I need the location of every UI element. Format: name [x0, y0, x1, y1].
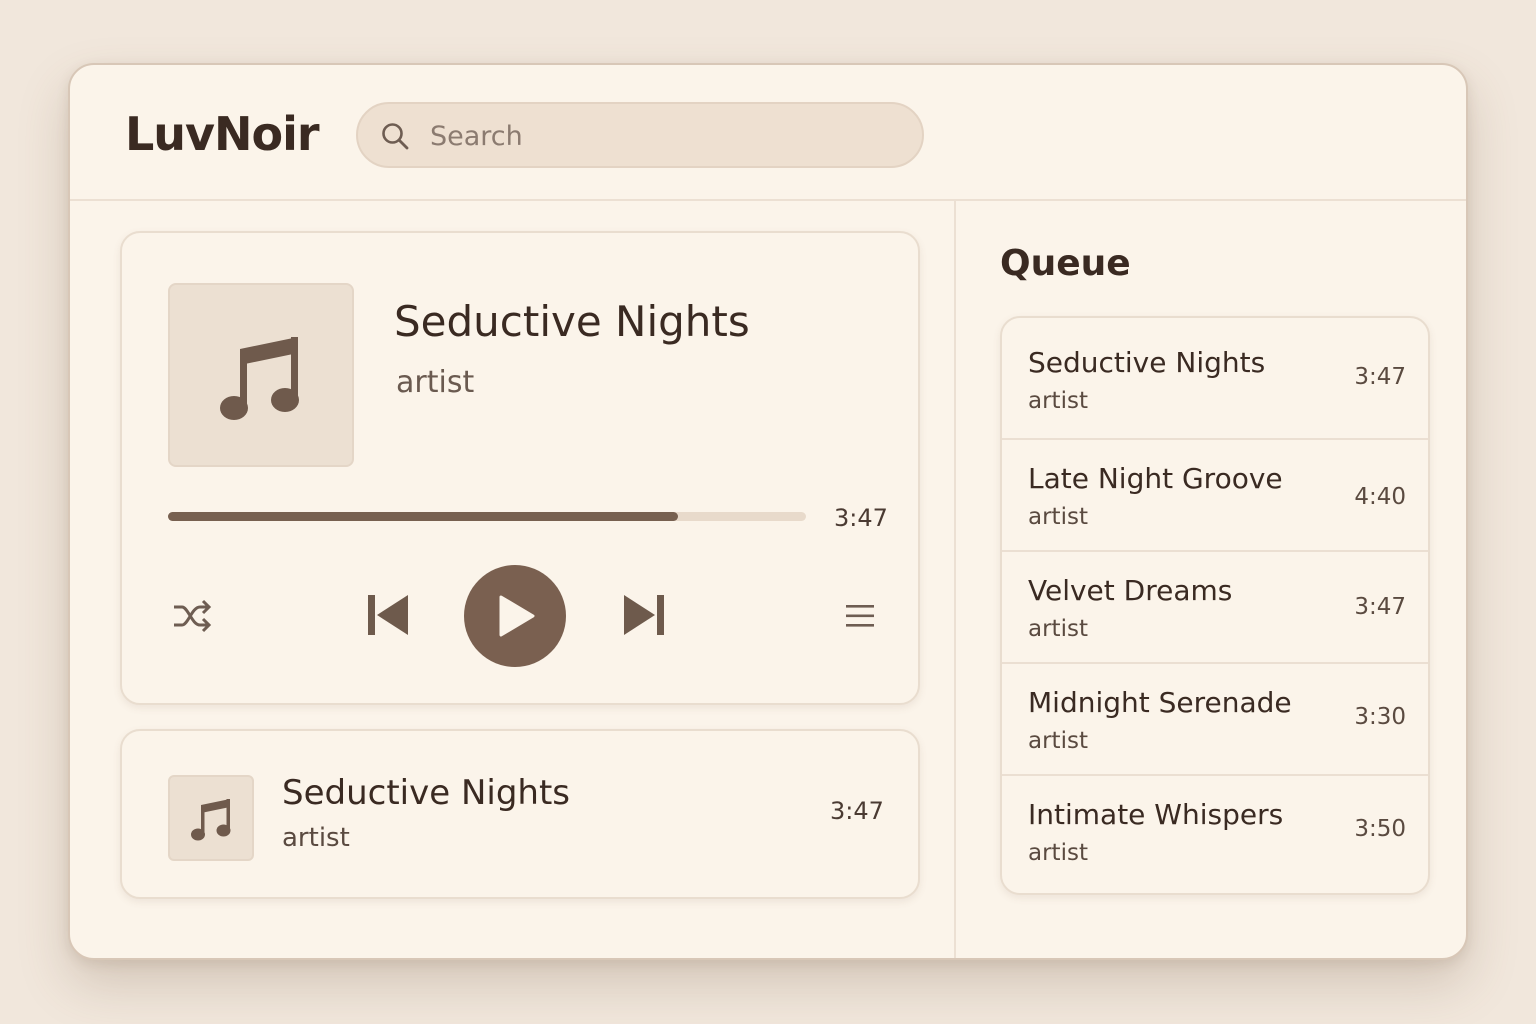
queue-item-artist: artist [1028, 388, 1088, 414]
queue-item-title: Velvet Dreams [1028, 574, 1233, 607]
music-note-icon [220, 337, 299, 420]
search-bar[interactable] [356, 102, 924, 168]
queue-item[interactable]: Velvet Dreams artist 3:47 [1002, 552, 1428, 664]
queue-item-title: Intimate Whispers [1028, 798, 1284, 831]
now-playing-time: 3:47 [834, 504, 888, 532]
queue-item-time: 3:50 [1354, 816, 1406, 842]
skip-previous-icon [368, 595, 408, 635]
queue-item-artist: artist [1028, 616, 1088, 642]
queue-item-title: Midnight Serenade [1028, 686, 1292, 719]
now-playing-card: Seductive Nights artist 3:47 [120, 231, 920, 705]
queue-item-artist: artist [1028, 840, 1088, 866]
menu-button[interactable] [844, 603, 876, 633]
mini-album-art [168, 775, 254, 861]
play-button[interactable] [464, 565, 566, 667]
now-playing-title: Seductive Nights [394, 297, 750, 346]
mini-player-time: 3:47 [830, 797, 884, 825]
play-icon [499, 595, 535, 637]
queue-item[interactable]: Midnight Serenade artist 3:30 [1002, 664, 1428, 776]
skip-next-icon [624, 595, 664, 635]
queue-item-time: 3:47 [1354, 364, 1406, 390]
app-window: LuvNoir Seductive Nights artist 3:47 [68, 63, 1468, 960]
mini-player-card[interactable]: Seductive Nights artist 3:47 [120, 729, 920, 899]
queue-item-time: 3:47 [1354, 594, 1406, 620]
progress-bar[interactable] [168, 512, 806, 521]
queue-item-title: Seductive Nights [1028, 346, 1266, 379]
mini-player-artist: artist [282, 823, 350, 853]
shuffle-button[interactable] [172, 599, 212, 637]
menu-icon [846, 605, 874, 627]
music-note-icon [191, 799, 231, 841]
search-icon [382, 123, 409, 150]
queue-item-time: 3:30 [1354, 704, 1406, 730]
next-button[interactable] [622, 593, 666, 641]
queue-item-title: Late Night Groove [1028, 462, 1283, 495]
previous-button[interactable] [366, 593, 410, 641]
queue-item[interactable]: Intimate Whispers artist 3:50 [1002, 776, 1428, 893]
panel-divider [954, 201, 956, 958]
queue-item[interactable]: Seductive Nights artist 3:47 [1002, 318, 1428, 440]
queue-item-artist: artist [1028, 504, 1088, 530]
mini-player-title: Seductive Nights [282, 773, 571, 813]
queue-item-artist: artist [1028, 728, 1088, 754]
search-input[interactable] [428, 114, 892, 158]
queue-list: Seductive Nights artist 3:47 Late Night … [1000, 316, 1430, 895]
queue-heading: Queue [1000, 243, 1131, 284]
queue-item[interactable]: Late Night Groove artist 4:40 [1002, 440, 1428, 552]
now-playing-artist: artist [396, 365, 475, 400]
app-logo: LuvNoir [125, 107, 320, 161]
top-bar: LuvNoir [70, 65, 1466, 201]
album-art [168, 283, 354, 467]
progress-fill [168, 512, 679, 521]
queue-item-time: 4:40 [1354, 484, 1406, 510]
shuffle-icon [174, 599, 212, 633]
